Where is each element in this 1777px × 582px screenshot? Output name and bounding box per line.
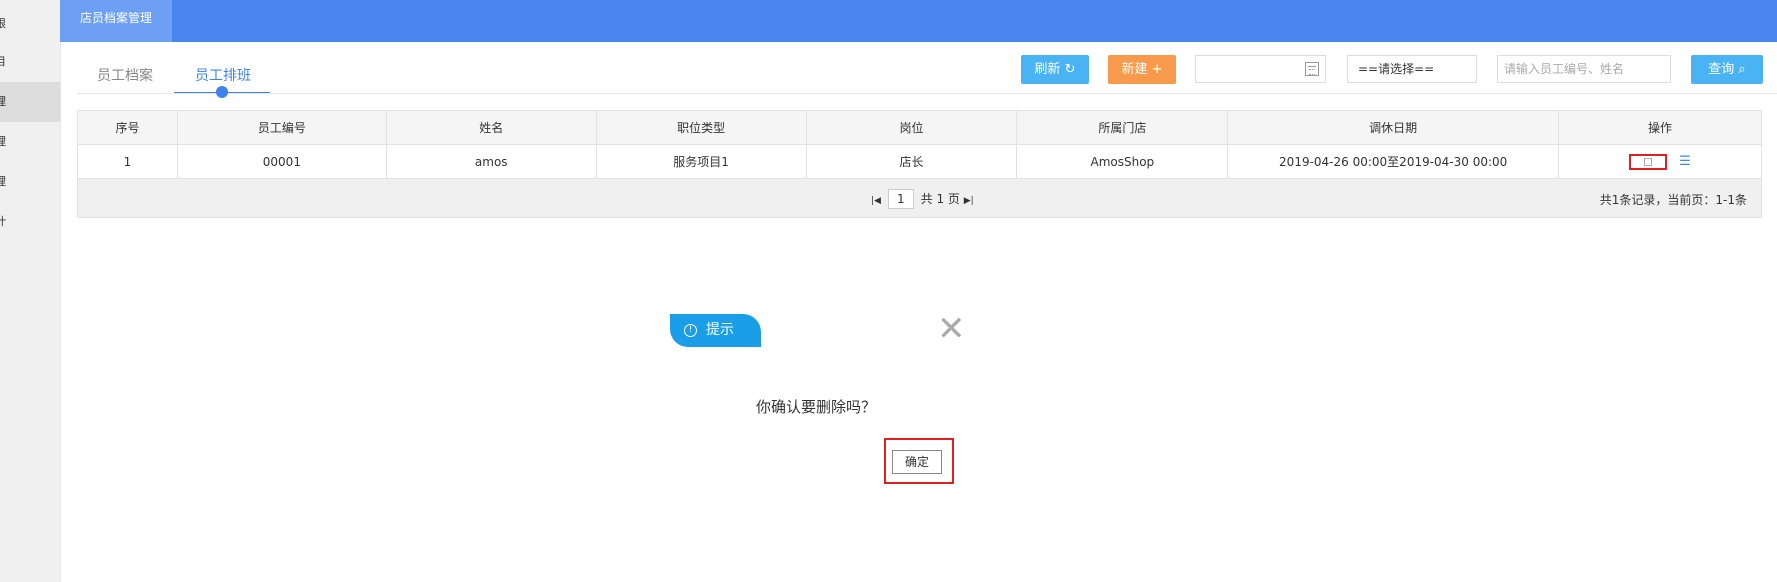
header-rest-date: 调休日期 — [1227, 110, 1560, 145]
close-icon[interactable]: ✕ — [937, 312, 966, 346]
status-select[interactable]: ==请选择== — [1347, 55, 1477, 83]
cell-employee-id: 00001 — [176, 144, 387, 179]
sidebar-item-3[interactable]: 理 — [0, 82, 60, 122]
pagination: |◀ 1 共 1 页 ▶| 共1条记录，当前页：1-1条 — [77, 178, 1762, 218]
sidebar-item-2[interactable]: 目 — [0, 42, 60, 82]
sidebar: 限 目 理 理 理 计 — [0, 0, 61, 582]
table-header-row: 序号 员工编号 姓名 职位类型 岗位 所属门店 调休日期 操作 — [77, 110, 1762, 145]
info-icon: ! — [684, 324, 697, 337]
top-bar: 店员档案管理 — [60, 0, 1777, 42]
header-actions: 操作 — [1558, 110, 1762, 145]
tab-staff-archive[interactable]: 员工档案 — [97, 65, 153, 85]
edit-icon[interactable]: ☰ — [1679, 154, 1691, 169]
pagination-nav: |◀ 1 共 1 页 ▶| — [871, 189, 974, 209]
new-button[interactable]: 新建 + — [1108, 55, 1176, 84]
header-index: 序号 — [77, 110, 178, 145]
total-pages: 共 1 页 — [920, 192, 960, 206]
dialog-message: 你确认要删除吗？ — [756, 398, 877, 416]
schedule-table: 序号 员工编号 姓名 职位类型 岗位 所属门店 调休日期 操作 1 00001 … — [77, 110, 1762, 179]
trash-icon — [1644, 157, 1653, 166]
cell-rest-date: 2019-04-26 00:00至2019-04-30 00:00 — [1227, 144, 1560, 179]
refresh-button[interactable]: 刷新 ↻ — [1021, 55, 1089, 84]
header-name: 姓名 — [385, 110, 597, 145]
search-input[interactable] — [1497, 55, 1671, 83]
cell-actions: ☰ — [1558, 144, 1762, 179]
confirm-button[interactable]: 确定 — [892, 450, 942, 474]
cell-post: 店长 — [805, 144, 1018, 179]
first-page-icon[interactable]: |◀ — [871, 196, 881, 206]
delete-button[interactable] — [1629, 153, 1668, 170]
sidebar-item-4[interactable]: 理 — [0, 122, 60, 162]
last-page-icon[interactable]: ▶| — [964, 196, 974, 206]
active-tab-indicator — [216, 86, 228, 98]
date-input[interactable] — [1195, 55, 1326, 83]
sidebar-item-1[interactable]: 限 — [0, 4, 60, 44]
query-button[interactable]: 查询 ⌕ — [1691, 55, 1763, 84]
header-employee-id: 员工编号 — [176, 110, 387, 145]
top-tab-staff-archive[interactable]: 店员档案管理 — [60, 0, 172, 42]
cell-position-type: 服务项目1 — [595, 144, 807, 179]
cell-index: 1 — [77, 144, 178, 179]
cell-store: AmosShop — [1016, 144, 1229, 179]
sidebar-item-5[interactable]: 理 — [0, 162, 60, 202]
dialog-title: 提示 — [706, 322, 734, 338]
cell-name: amos — [385, 144, 597, 179]
table-row: 1 00001 amos 服务项目1 店长 AmosShop 2019-04-2… — [77, 144, 1762, 179]
dialog-title-tag: ! 提示 — [670, 314, 761, 347]
confirm-highlight: 确定 — [884, 438, 954, 484]
calendar-icon[interactable] — [1305, 62, 1319, 76]
page-input[interactable]: 1 — [887, 189, 914, 209]
header-position-type: 职位类型 — [595, 110, 807, 145]
tab-staff-schedule[interactable]: 员工排班 — [195, 65, 251, 85]
header-store: 所属门店 — [1016, 110, 1229, 145]
sidebar-item-6[interactable]: 计 — [0, 202, 60, 242]
pagination-info: 共1条记录，当前页：1-1条 — [1599, 193, 1747, 207]
header-post: 岗位 — [805, 110, 1018, 145]
